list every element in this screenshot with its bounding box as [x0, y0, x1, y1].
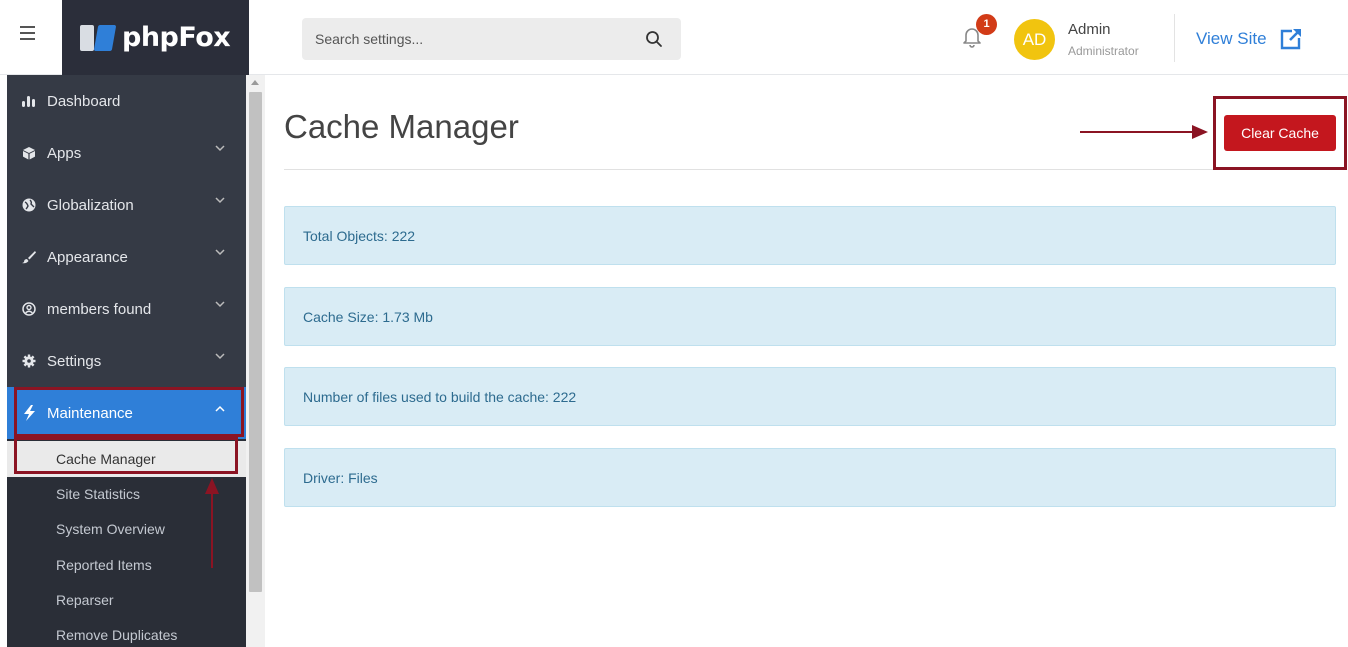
- chevron-down-icon: [215, 301, 225, 308]
- page-title: Cache Manager: [284, 108, 519, 145]
- sidebar-item-members[interactable]: members found: [7, 283, 246, 335]
- chevron-down-icon: [215, 145, 225, 152]
- sidebar-item-label: Maintenance: [47, 404, 133, 422]
- info-files-count: Number of files used to build the cache:…: [284, 367, 1336, 426]
- user-name[interactable]: Admin: [1068, 21, 1111, 38]
- scrollbar-thumb[interactable]: [249, 92, 262, 592]
- view-site-link[interactable]: View Site: [1196, 27, 1303, 51]
- sidebar-item-globalization[interactable]: Globalization: [7, 179, 246, 231]
- divider: [1174, 14, 1175, 62]
- bar-chart-icon: [18, 95, 40, 107]
- sidebar-item-label: Apps: [47, 144, 82, 162]
- sidebar-item-dashboard[interactable]: Dashboard: [7, 75, 246, 127]
- sidebar-item-maintenance[interactable]: Maintenance: [7, 387, 246, 439]
- notification-badge: 1: [976, 14, 997, 35]
- sidebar-item-label: Globalization: [47, 196, 134, 214]
- info-cache-size: Cache Size: 1.73 Mb: [284, 287, 1336, 346]
- sidebar-item-label: Dashboard: [47, 92, 121, 110]
- cube-icon: [18, 146, 40, 160]
- top-bar: phpFox 1 AD Admin Administrator View Sit…: [0, 0, 1348, 75]
- logo[interactable]: phpFox: [62, 0, 249, 75]
- annotation-arrowhead-up: [205, 478, 219, 494]
- avatar[interactable]: AD: [1014, 19, 1055, 60]
- sidebar-subitem-reparser[interactable]: Reparser: [7, 582, 246, 618]
- divider: [284, 169, 1336, 170]
- sidebar-item-settings[interactable]: Settings: [7, 335, 246, 387]
- annotation-arrow-up: [211, 492, 213, 568]
- sidebar-item-apps[interactable]: Apps: [7, 127, 246, 179]
- annotation-arrowhead-right: [1192, 125, 1208, 139]
- search-input[interactable]: [302, 18, 642, 60]
- search-icon[interactable]: [645, 30, 663, 48]
- chevron-down-icon: [215, 197, 225, 204]
- sidebar-subitem-remove-duplicates[interactable]: Remove Duplicates: [7, 617, 246, 647]
- user-circle-icon: [18, 302, 40, 316]
- chevron-down-icon: [215, 249, 225, 256]
- annotation-arrow-right: [1080, 131, 1198, 133]
- info-driver: Driver: Files: [284, 448, 1336, 507]
- brush-icon: [18, 250, 40, 264]
- external-link-icon: [1280, 29, 1301, 50]
- phpfox-logo-icon: [80, 24, 117, 51]
- sidebar-item-label: Settings: [47, 352, 102, 370]
- gear-icon: [18, 354, 40, 368]
- logo-text: phpFox: [122, 22, 231, 53]
- chevron-up-icon: [215, 405, 225, 412]
- sidebar-subitem-cache-manager[interactable]: Cache Manager: [7, 441, 246, 477]
- search-box: [302, 18, 681, 60]
- clear-cache-button[interactable]: Clear Cache: [1224, 115, 1336, 151]
- info-total-objects: Total Objects: 222: [284, 206, 1336, 265]
- globe-icon: [18, 198, 40, 212]
- user-role: Administrator: [1068, 44, 1139, 58]
- view-site-label: View Site: [1196, 29, 1267, 48]
- scroll-up-arrow-icon[interactable]: [251, 80, 259, 85]
- chevron-down-icon: [215, 353, 225, 360]
- sidebar-item-label: Appearance: [47, 248, 128, 266]
- bolt-icon: [18, 405, 40, 421]
- sidebar-item-label: members found: [47, 300, 152, 318]
- hamburger-menu-icon[interactable]: [20, 26, 36, 42]
- sidebar-item-appearance[interactable]: Appearance: [7, 231, 246, 283]
